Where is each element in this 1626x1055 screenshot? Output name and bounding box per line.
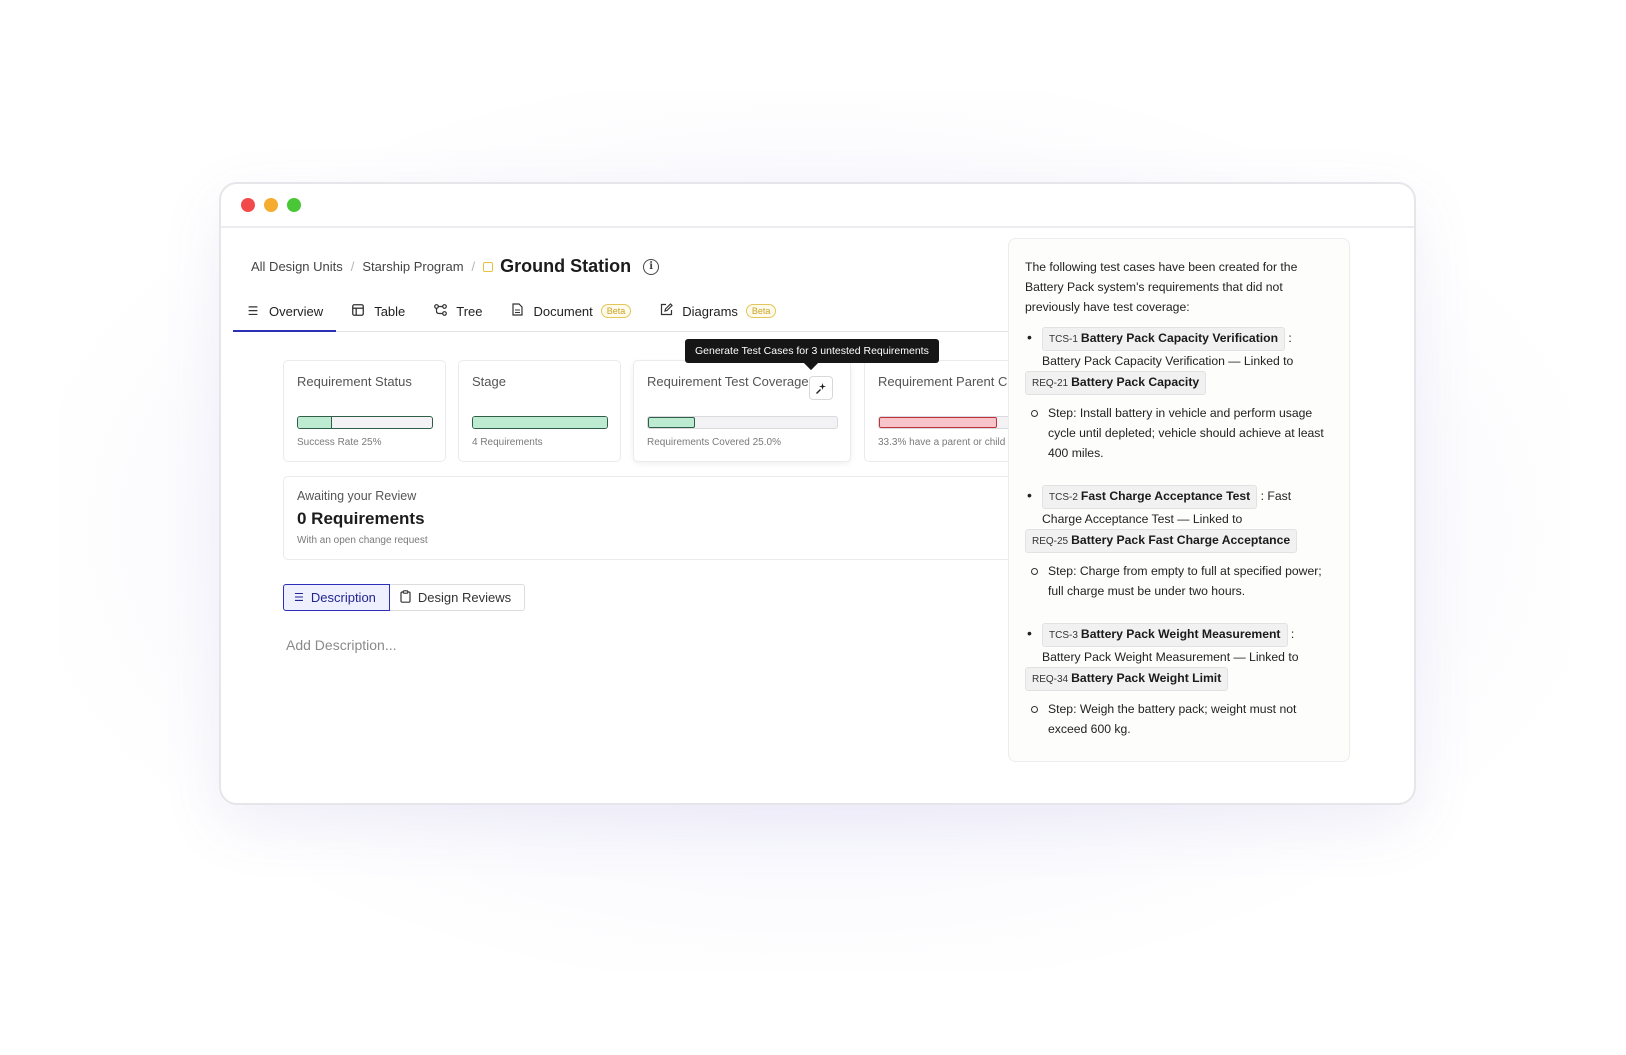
card-stage[interactable]: Stage 4 Requirements xyxy=(458,360,621,462)
test-case-name: Fast Charge Acceptance Test xyxy=(1080,489,1251,503)
breadcrumb-separator: / xyxy=(471,259,476,274)
sparkle-icon xyxy=(815,382,826,394)
generate-tooltip: Generate Test Cases for 3 untested Requi… xyxy=(685,339,939,363)
breadcrumb: All Design Units / Starship Program / Gr… xyxy=(251,256,660,277)
beta-badge: Beta xyxy=(745,304,777,318)
window-titlebar xyxy=(221,184,1414,228)
design-unit-icon xyxy=(483,261,494,272)
tab-diagrams[interactable]: Diagrams Beta xyxy=(646,291,789,331)
requirement-name: Battery Pack Fast Charge Acceptance xyxy=(1071,533,1291,547)
coverage-progress-bar xyxy=(647,416,838,429)
progress-fill xyxy=(473,417,607,428)
test-case-item: TCS-1Battery Pack Capacity Verification … xyxy=(1025,327,1333,463)
test-case-item: TCS-3Battery Pack Weight Measurement : B… xyxy=(1025,623,1333,739)
tab-overview[interactable]: ☰ Overview xyxy=(233,291,337,332)
card-subtitle: Success Rate 25% xyxy=(297,437,382,448)
app-window: All Design Units / Starship Program / Gr… xyxy=(219,182,1416,805)
subtab-label: Design Reviews xyxy=(417,590,512,605)
awaiting-review-card[interactable]: Awaiting your Review 0 Requirements With… xyxy=(283,476,1043,560)
progress-fill xyxy=(298,417,332,428)
tab-tree[interactable]: Tree xyxy=(420,291,495,331)
table-icon xyxy=(351,303,365,319)
card-title: Requirement Status xyxy=(297,374,412,389)
page-title: Ground Station xyxy=(500,256,632,276)
requirement-name: Battery Pack Capacity xyxy=(1071,375,1200,389)
review-subtitle: With an open change request xyxy=(297,535,428,546)
tab-design-reviews[interactable]: Design Reviews xyxy=(389,584,526,611)
card-subtitle: Requirements Covered 25.0% xyxy=(647,437,781,448)
test-case-item: TCS-2Fast Charge Acceptance Test : Fast … xyxy=(1025,485,1333,601)
requirement-name: Battery Pack Weight Limit xyxy=(1071,671,1222,685)
view-tabs: ☰ Overview Table Tree Document Beta Diag… xyxy=(233,291,1023,332)
requirement-chip[interactable]: REQ-34 Battery Pack Weight Limit xyxy=(1025,667,1229,691)
minimize-window-button[interactable] xyxy=(264,198,278,212)
status-progress-bar xyxy=(297,416,433,429)
tab-table[interactable]: Table xyxy=(338,291,418,331)
close-window-button[interactable] xyxy=(241,198,255,212)
generate-test-cases-button[interactable] xyxy=(809,376,833,400)
requirement-chip[interactable]: REQ-21 Battery Pack Capacity xyxy=(1025,371,1207,395)
test-case-code: TCS-2 xyxy=(1049,492,1078,503)
tab-label: Overview xyxy=(269,303,324,319)
maximize-window-button[interactable] xyxy=(287,198,301,212)
card-title: Requirement Parent Ch xyxy=(878,374,1015,389)
test-case-code: TCS-1 xyxy=(1049,334,1078,345)
requirement-code: REQ-25 xyxy=(1032,536,1069,547)
edit-icon xyxy=(659,303,673,319)
card-requirement-status[interactable]: Requirement Status Success Rate 25% xyxy=(283,360,446,462)
requirement-chip[interactable]: REQ-25 Battery Pack Fast Charge Acceptanc… xyxy=(1025,529,1298,553)
tab-label: Table xyxy=(374,303,406,319)
test-case-chip[interactable]: TCS-2 Fast Charge Acceptance Test xyxy=(1042,485,1258,509)
test-step: Step: Weigh the battery pack; weight mus… xyxy=(1025,699,1333,739)
tab-label: Tree xyxy=(456,303,483,319)
panel-intro: The following test cases have been creat… xyxy=(1025,260,1298,314)
test-case-chip[interactable]: TCS-1 Battery Pack Capacity Verification xyxy=(1042,327,1286,351)
ai-response-panel: The following test cases have been creat… xyxy=(1008,238,1350,762)
stage-progress-bar xyxy=(472,416,608,429)
content-subtabs: ☰ Description Design Reviews xyxy=(283,584,526,611)
card-title: Stage xyxy=(472,374,506,389)
align-left-icon: ☰ xyxy=(294,592,304,604)
card-subtitle: 33.3% have a parent or child xyxy=(878,437,1006,448)
tab-description[interactable]: ☰ Description xyxy=(283,584,390,611)
test-case-code: TCS-3 xyxy=(1049,630,1078,641)
review-count: 0 Requirements xyxy=(297,509,425,528)
breadcrumb-separator: / xyxy=(350,259,355,274)
subtab-label: Description xyxy=(310,590,376,605)
card-subtitle: 4 Requirements xyxy=(472,437,543,448)
progress-fill xyxy=(879,417,997,428)
document-icon xyxy=(511,303,525,319)
tree-icon xyxy=(433,303,447,319)
beta-badge: Beta xyxy=(600,304,632,318)
test-case-name: Battery Pack Weight Measurement xyxy=(1080,627,1281,641)
breadcrumb-link-starship-program[interactable]: Starship Program xyxy=(362,259,463,274)
breadcrumb-link-all-design-units[interactable]: All Design Units xyxy=(251,259,343,274)
clipboard-icon xyxy=(400,589,411,606)
test-step: Step: Install battery in vehicle and per… xyxy=(1025,403,1333,463)
requirement-code: REQ-21 xyxy=(1032,378,1069,389)
list-icon: ☰ xyxy=(247,304,259,318)
test-case-chip[interactable]: TCS-3 Battery Pack Weight Measurement xyxy=(1042,623,1288,647)
test-step: Step: Charge from empty to full at speci… xyxy=(1025,561,1333,601)
tab-label: Diagrams xyxy=(682,303,738,319)
test-case-name: Battery Pack Capacity Verification xyxy=(1080,331,1279,345)
tab-document[interactable]: Document Beta xyxy=(498,291,645,331)
tab-label: Document xyxy=(533,303,593,319)
card-title: Requirement Test Coverage xyxy=(647,374,809,389)
requirement-code: REQ-34 xyxy=(1032,674,1069,685)
info-icon[interactable]: i xyxy=(643,258,660,275)
description-input[interactable]: Add Description... xyxy=(286,637,397,653)
progress-fill xyxy=(648,417,696,428)
review-title: Awaiting your Review xyxy=(297,489,417,503)
